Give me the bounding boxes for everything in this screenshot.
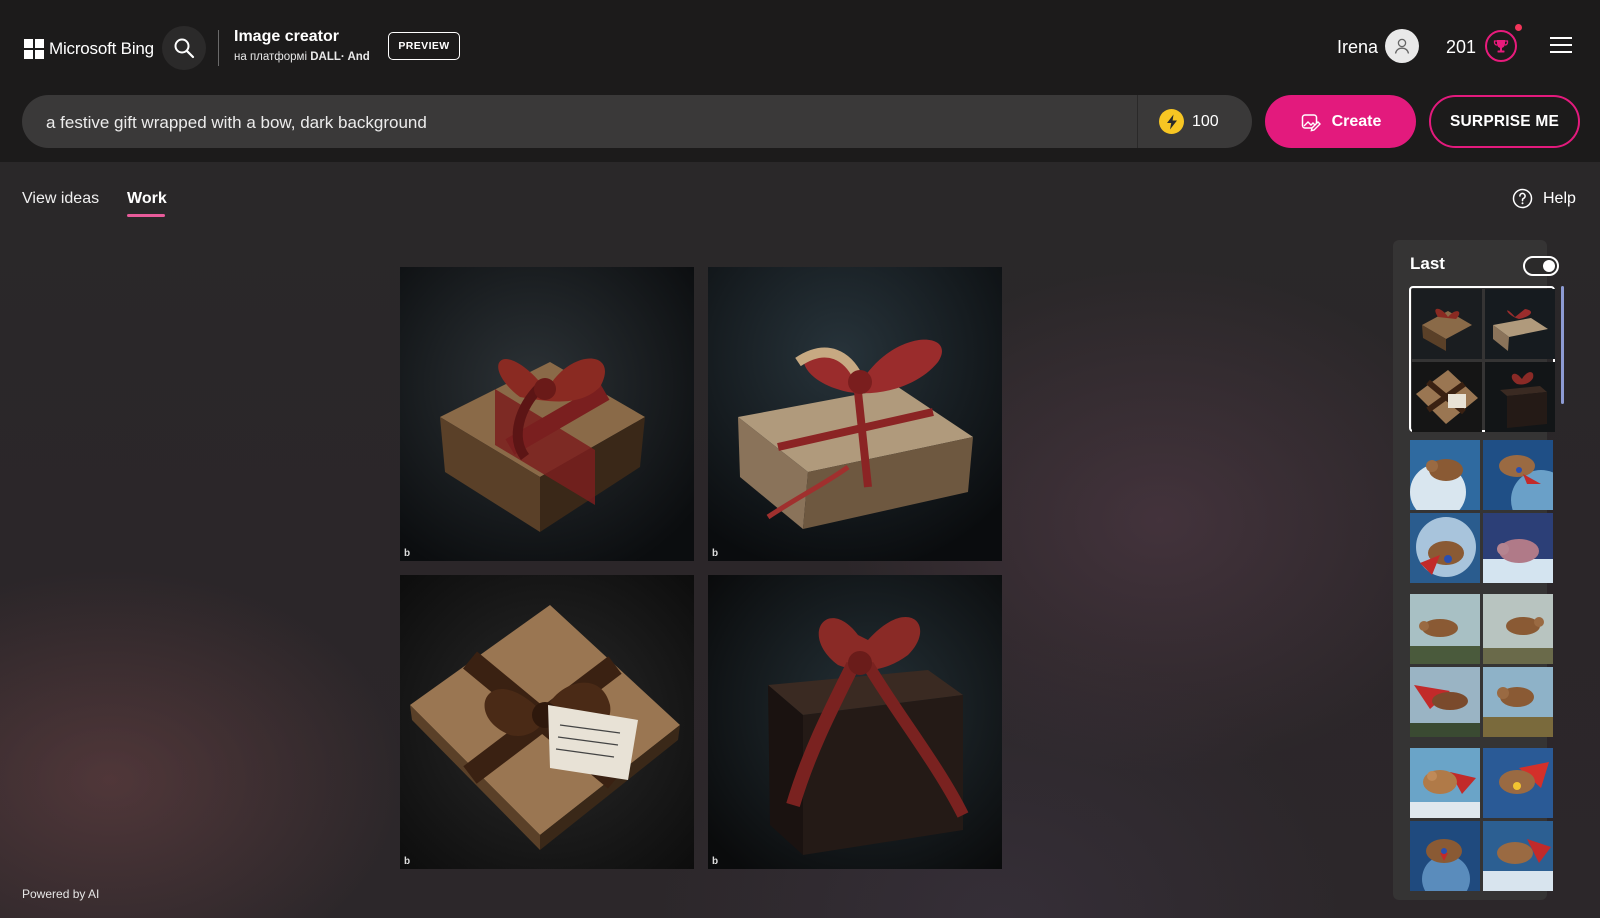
history-thumb <box>1483 748 1553 818</box>
history-panel: Last <box>1393 240 1564 900</box>
history-title: Last <box>1410 254 1445 273</box>
gift-image-1[interactable]: b <box>400 267 694 561</box>
history-group-capybara-hero[interactable] <box>1410 748 1554 892</box>
tab-view-ideas[interactable]: View ideas <box>22 190 99 208</box>
boost-count: 100 <box>1192 112 1219 130</box>
history-thumb <box>1483 513 1553 583</box>
preview-badge: PREVIEW <box>388 32 460 60</box>
history-thumb <box>1410 821 1480 891</box>
app-subtitle-prefix: на платформі <box>234 51 311 63</box>
help-label: Help <box>1543 189 1576 207</box>
history-thumb <box>1410 667 1480 737</box>
top-header: Microsoft Bing Image creator на платформ… <box>0 0 1600 162</box>
history-group-gifts[interactable] <box>1409 286 1555 432</box>
history-thumb <box>1412 289 1482 359</box>
search-button[interactable] <box>162 26 206 70</box>
active-tab-indicator <box>127 214 165 217</box>
history-thumb <box>1483 667 1553 737</box>
app-subtitle-bold: DALL· And <box>310 51 370 63</box>
create-button[interactable]: Create <box>1265 95 1416 148</box>
avatar[interactable] <box>1385 29 1419 63</box>
history-thumb <box>1410 594 1480 664</box>
history-thumb <box>1483 821 1553 891</box>
history-scrollbar[interactable] <box>1561 286 1564 404</box>
bing-watermark: b <box>712 548 719 559</box>
microsoft-logo-icon <box>24 39 44 59</box>
history-toggle[interactable] <box>1523 256 1559 276</box>
trophy-icon <box>1493 40 1509 53</box>
history-thumb <box>1410 440 1480 510</box>
user-avatar-icon <box>1394 38 1410 54</box>
prompt-input[interactable] <box>44 95 1138 150</box>
gift-image-3[interactable]: b <box>400 575 694 869</box>
rewards-button[interactable] <box>1485 30 1517 62</box>
create-button-label: Create <box>1331 112 1382 130</box>
history-thumb <box>1410 513 1480 583</box>
history-thumb <box>1483 440 1553 510</box>
bing-watermark: b <box>404 548 411 559</box>
bing-watermark: b <box>712 856 719 867</box>
header-divider <box>218 30 219 66</box>
history-group-capybara-space[interactable] <box>1410 440 1554 584</box>
notification-dot <box>1515 24 1522 31</box>
prompt-bar: 100 <box>22 95 1252 150</box>
hamburger-menu-icon[interactable] <box>1550 37 1574 57</box>
gift-image-2[interactable]: b <box>708 267 1002 561</box>
history-thumb <box>1483 594 1553 664</box>
bing-watermark: b <box>404 856 411 867</box>
help-button[interactable]: Help <box>1512 188 1576 209</box>
history-group-capybara-sky[interactable] <box>1410 594 1554 738</box>
gift-image-4[interactable]: b <box>708 575 1002 869</box>
boost-bolt-icon <box>1159 109 1184 134</box>
bing-logo[interactable]: Microsoft Bing <box>24 39 154 59</box>
rewards-points[interactable]: 201 <box>1446 37 1476 58</box>
search-icon <box>174 38 195 59</box>
app-subtitle: на платформі DALL· And <box>234 51 370 63</box>
help-icon <box>1512 188 1533 209</box>
history-thumb <box>1485 289 1555 359</box>
history-thumb <box>1485 362 1555 432</box>
history-thumb <box>1412 362 1482 432</box>
powered-by-ai: Powered by AI <box>22 887 100 901</box>
toggle-knob <box>1543 260 1555 272</box>
user-name[interactable]: Irena <box>1337 37 1378 58</box>
prompt-divider <box>1137 95 1138 148</box>
tab-work[interactable]: Work <box>127 190 167 208</box>
surprise-me-button[interactable]: SURPRISE ME <box>1429 95 1580 148</box>
boost-counter[interactable]: 100 <box>1159 109 1219 134</box>
history-thumb <box>1410 748 1480 818</box>
logo-text: Microsoft Bing <box>49 39 154 58</box>
app-title: Image creator <box>234 28 339 45</box>
create-image-icon <box>1301 113 1321 132</box>
